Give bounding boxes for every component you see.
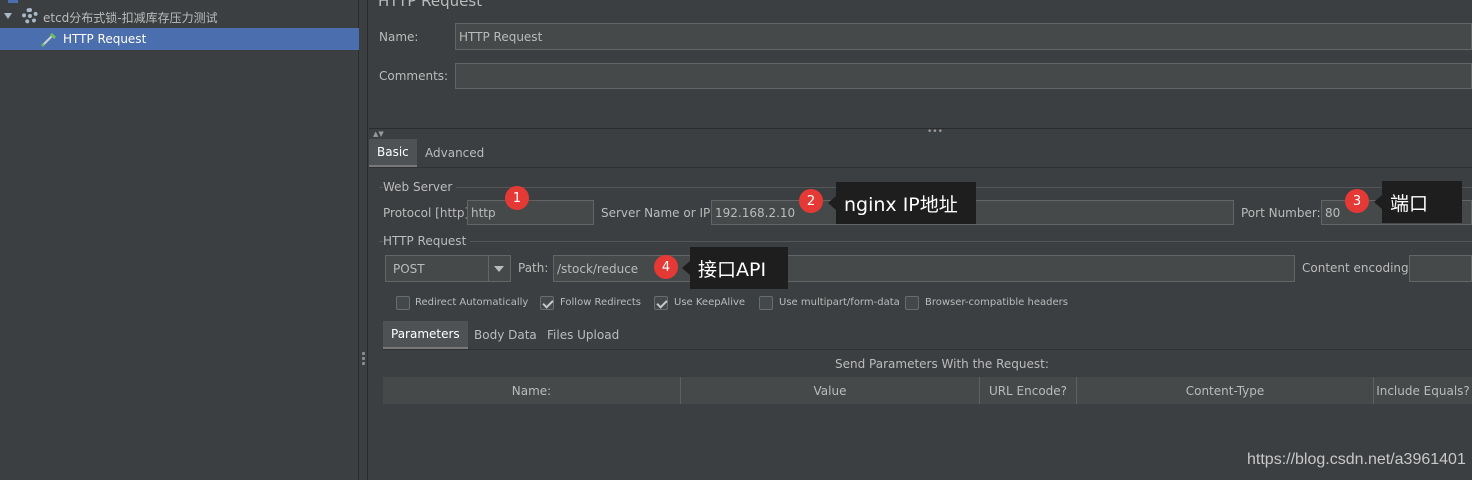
annotation-callout-3: 端口 [1374,181,1462,223]
protocol-label: Protocol [http]: [383,206,474,220]
port-label: Port Number: [1241,206,1321,220]
comments-input[interactable] [455,63,1472,89]
content-encoding-input[interactable] [1409,255,1472,282]
tree-node-label: HTTP Request [63,32,147,46]
gear-icon [22,8,38,24]
name-label: Name: [379,30,419,44]
panel-title: HTTP Request [378,0,483,10]
divider-bar[interactable]: ▲▼ ••• [369,127,1472,139]
server-label: Server Name or IP: [601,206,715,220]
name-input[interactable]: HTTP Request [455,23,1472,50]
method-select[interactable]: POST [385,255,511,282]
tab-parameters[interactable]: Parameters [383,321,468,349]
checkbox-label: Use KeepAlive [674,297,746,308]
watermark: https://blog.csdn.net/a3961401 [1247,451,1466,468]
browser-compatible-headers-checkbox[interactable] [905,296,919,310]
comments-label: Comments: [379,69,449,83]
annotation-badge-3: 3 [1345,189,1369,213]
annotation-badge-4: 4 [654,255,678,279]
tab-advanced[interactable]: Advanced [417,139,492,167]
checkbox-label: Browser-compatible headers [925,297,1068,308]
param-tab-underline [383,349,1472,350]
content-encoding-label: Content encoding: [1302,261,1413,275]
test-plan-tree: etcd分布式锁-扣减库存压力测试 HTTP Request [0,0,359,480]
column-header-name[interactable]: Name: [383,377,681,404]
collapse-arrows-icon[interactable]: ▲▼ [373,130,384,138]
annotation-callout-4: 接口API [682,247,788,289]
checkbox-label: Follow Redirects [560,297,641,308]
select-divider [488,256,489,281]
tree-node-test-plan[interactable]: etcd分布式锁-扣减库存压力测试 [0,5,359,27]
column-header-content-type[interactable]: Content-Type [1077,377,1374,404]
splitter-grip-dot [362,357,365,360]
splitter-grip-dot [362,352,365,355]
tab-body-data[interactable]: Body Data [466,321,545,349]
panel-splitter[interactable] [360,0,368,480]
http-request-border [379,241,1472,242]
web-server-section-title: Web Server [383,180,457,194]
tree-node-partial [8,0,18,3]
params-caption: Send Parameters With the Request: [835,357,1049,371]
column-header-value[interactable]: Value [681,377,980,404]
annotation-badge-1: 1 [505,186,529,210]
drag-handle-icon[interactable]: ••• [927,127,943,137]
tab-basic[interactable]: Basic [369,139,417,167]
expand-arrow-icon[interactable] [4,13,12,19]
tab-underline [369,167,1472,168]
tab-files-upload[interactable]: Files Upload [539,321,627,349]
annotation-callout-2: nginx IP地址 [828,182,976,224]
use-keepalive-checkbox[interactable] [654,296,668,310]
sampler-pipette-icon [41,32,57,47]
chevron-down-icon[interactable] [494,266,504,272]
checkbox-label: Use multipart/form-data [779,297,900,308]
protocol-input[interactable]: http [467,200,594,225]
use-multipart-checkbox[interactable] [759,296,773,310]
http-request-section-title: HTTP Request [383,234,471,248]
http-request-panel: HTTP Request Name: HTTP Request Comments… [369,0,1472,480]
follow-redirects-checkbox[interactable] [540,296,554,310]
path-label: Path: [518,261,549,275]
column-header-include-equals[interactable]: Include Equals? [1374,377,1472,404]
tree-node-label: etcd分布式锁-扣减库存压力测试 [43,11,218,25]
annotation-badge-2: 2 [799,189,823,213]
column-header-url-encode[interactable]: URL Encode? [980,377,1077,404]
tree-node-http-request[interactable]: HTTP Request [0,28,359,50]
checkbox-label: Redirect Automatically [415,297,529,308]
method-value: POST [393,261,425,276]
redirect-automatically-checkbox[interactable] [396,296,410,310]
splitter-grip-dot [362,362,365,365]
